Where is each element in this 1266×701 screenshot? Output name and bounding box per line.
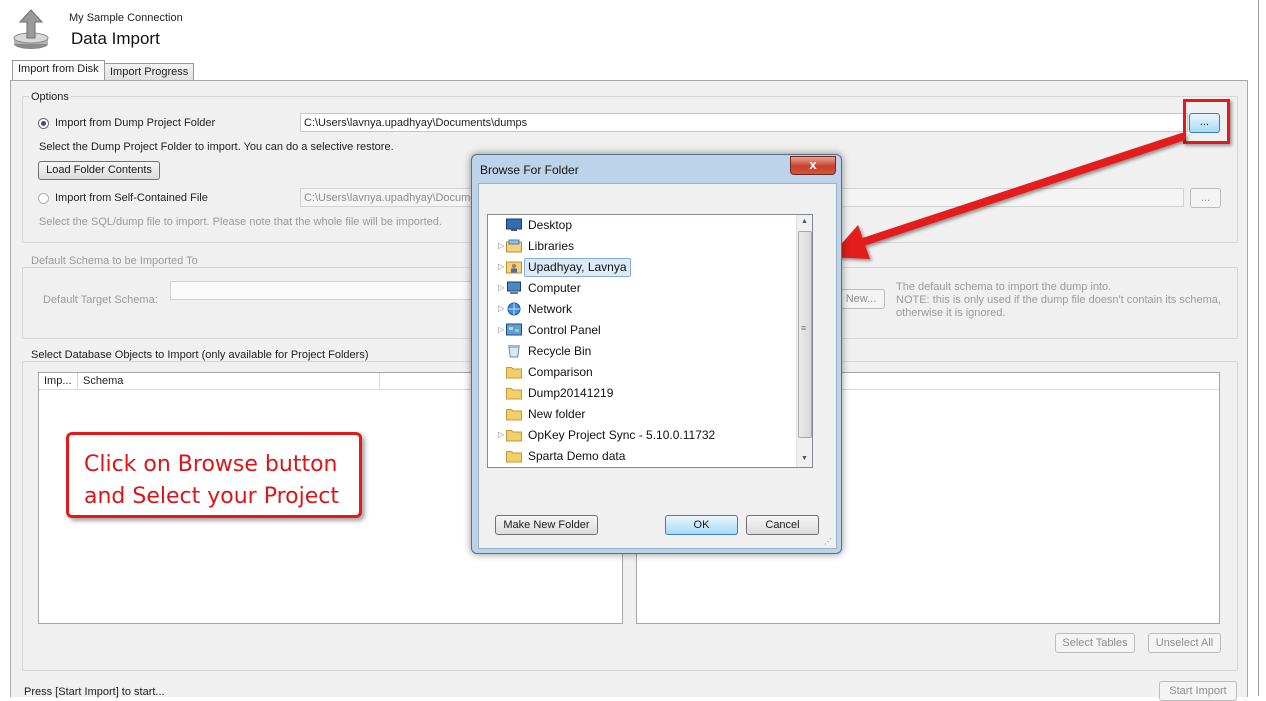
options-group-title: Options	[29, 91, 71, 103]
default-target-schema-field[interactable]	[170, 281, 476, 300]
tree-item[interactable]: ▷ Network	[488, 299, 794, 320]
new-schema-button[interactable]: New...	[837, 289, 885, 309]
expand-arrow-icon[interactable]: ▷	[498, 262, 504, 271]
self-contained-file-radio[interactable]	[38, 193, 49, 204]
unselect-all-button[interactable]: Unselect All	[1148, 633, 1221, 653]
make-new-folder-button[interactable]: Make New Folder	[495, 515, 598, 535]
tree-item-label: Comparison	[528, 365, 593, 379]
cancel-button[interactable]: Cancel	[746, 515, 819, 535]
default-target-schema-label: Default Target Schema:	[43, 294, 158, 306]
default-schema-group-title: Default Schema to be Imported To	[29, 255, 200, 267]
user-folder-icon	[506, 260, 522, 274]
import-icon	[13, 9, 49, 49]
tree-item-label: Control Panel	[528, 323, 601, 337]
recycle-bin-icon	[506, 344, 522, 358]
scroll-down-arrow-icon[interactable]: ▼	[801, 455, 808, 462]
desktop-icon	[506, 218, 522, 232]
database-objects-group-title: Select Database Objects to Import (only …	[29, 349, 371, 361]
computer-icon	[506, 281, 522, 295]
default-schema-note-line-1: The default schema to import the dump in…	[896, 281, 1112, 293]
status-text: Press [Start Import] to start...	[24, 686, 165, 698]
tree-item[interactable]: ▷ Upadhyay, Lavnya	[488, 257, 794, 278]
folder-icon	[506, 449, 522, 463]
tree-item[interactable]: Desktop	[488, 215, 794, 236]
folder-icon	[506, 428, 522, 442]
default-schema-note: The default schema to import the dump in…	[896, 281, 1221, 320]
self-contained-file-label: Import from Self-Contained File	[55, 192, 208, 204]
tree-item-label: Libraries	[528, 239, 575, 253]
ok-button[interactable]: OK	[665, 515, 738, 535]
dialog-title: Browse For Folder	[480, 163, 579, 177]
libraries-icon	[506, 239, 522, 253]
network-icon	[506, 302, 522, 316]
dump-folder-hint: Select the Dump Project Folder to import…	[39, 141, 394, 153]
callout-text: Click on Browse button and Select your P…	[84, 449, 339, 513]
tree-item[interactable]: New folder	[488, 404, 794, 425]
connection-name: My Sample Connection	[69, 12, 183, 24]
tab-import-from-disk[interactable]: Import from Disk	[12, 60, 105, 80]
folder-icon	[506, 365, 522, 379]
tree-item-label: Dump20141219	[528, 386, 614, 400]
annotation-arrow	[830, 133, 1186, 259]
expand-arrow-icon[interactable]: ▷	[498, 241, 504, 250]
default-schema-note-line-3: otherwise it is ignored.	[896, 307, 1006, 319]
tree-item-label: New folder	[528, 407, 586, 421]
callout-line-2: and Select your Project	[84, 484, 339, 509]
window-edge	[1258, 0, 1266, 696]
tree-item[interactable]: ▷ OpKey Project Sync - 5.10.0.11732	[488, 425, 794, 446]
load-folder-contents-button[interactable]: Load Folder Contents	[38, 161, 160, 180]
expand-arrow-icon[interactable]: ▷	[498, 283, 504, 292]
select-tables-button[interactable]: Select Tables	[1055, 633, 1135, 653]
dump-folder-label: Import from Dump Project Folder	[55, 117, 216, 129]
column-schema[interactable]: Schema	[83, 373, 123, 389]
folder-icon	[506, 407, 522, 421]
tab-import-progress[interactable]: Import Progress	[104, 63, 195, 80]
tree-item-label: Network	[528, 302, 573, 316]
tree-scrollbar[interactable]: ▲ ≡ ▼	[796, 215, 812, 467]
control-panel-icon	[506, 323, 522, 337]
page-title: Data Import	[71, 29, 160, 48]
tree-item[interactable]: ▷ Computer	[488, 278, 794, 299]
tree-item-label: Recycle Bin	[528, 344, 592, 358]
browse-for-folder-dialog: Browse For Folder x ▲ ≡ ▼ Desktop ▷ Librar…	[471, 154, 842, 554]
resize-grip-icon[interactable]: ⋰	[824, 537, 832, 546]
scroll-thumb[interactable]	[798, 231, 812, 438]
callout-line-1: Click on Browse button	[84, 452, 338, 477]
tree-item[interactable]: Sparta Demo data	[488, 446, 794, 467]
expand-arrow-icon[interactable]: ▷	[498, 430, 504, 439]
scroll-up-arrow-icon[interactable]: ▲	[801, 218, 808, 225]
tree-item-label: Computer	[528, 281, 581, 295]
start-import-button[interactable]: Start Import	[1159, 681, 1237, 701]
folder-tree[interactable]: ▲ ≡ ▼ Desktop ▷ Libraries ▷ Upadhyay, Lavnya…	[487, 214, 813, 468]
tree-item-label: Upadhyay, Lavnya	[524, 258, 631, 277]
tree-item[interactable]: Recycle Bin	[488, 341, 794, 362]
tree-item[interactable]: Comparison	[488, 362, 794, 383]
column-import[interactable]: Imp...	[44, 373, 72, 389]
folder-icon	[506, 386, 522, 400]
tree-item[interactable]: ▷ Control Panel	[488, 320, 794, 341]
scroll-grip-icon: ≡	[801, 323, 807, 333]
expand-arrow-icon[interactable]: ▷	[498, 304, 504, 313]
dump-folder-radio[interactable]	[38, 118, 49, 129]
tree-item-label: Sparta Demo data	[528, 449, 626, 463]
self-contained-file-hint: Select the SQL/dump file to import. Plea…	[39, 216, 442, 228]
expand-arrow-icon[interactable]: ▷	[498, 325, 504, 334]
tree-item[interactable]: Dump20141219	[488, 383, 794, 404]
close-button[interactable]: x	[790, 156, 836, 175]
instruction-callout: Click on Browse button and Select your P…	[66, 432, 362, 518]
tree-item-label: Desktop	[528, 218, 573, 232]
tree-item-label: OpKey Project Sync - 5.10.0.11732	[528, 428, 716, 442]
tree-item[interactable]: ▷ Libraries	[488, 236, 794, 257]
default-schema-note-line-2: NOTE: this is only used if the dump file…	[896, 294, 1221, 306]
